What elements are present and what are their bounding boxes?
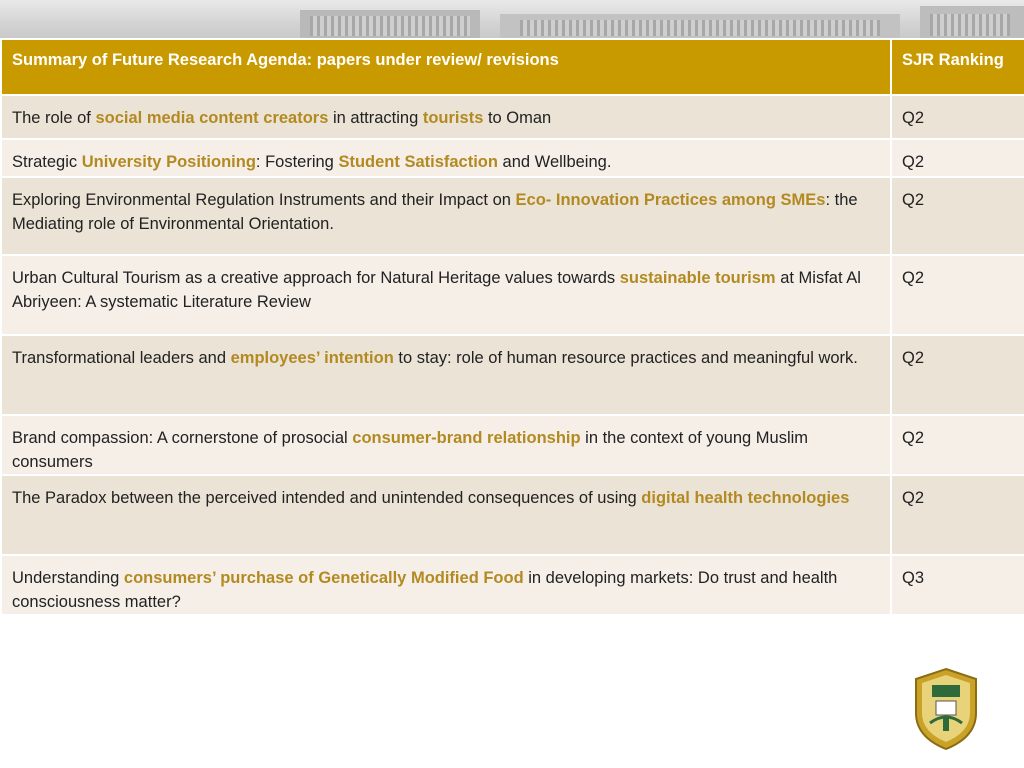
table-row: The role of social media content creator… xyxy=(0,94,1024,140)
highlighted-keyword: consumers’ purchase of Genetically Modif… xyxy=(123,569,524,587)
sjr-ranking-header: SJR Ranking xyxy=(890,38,1024,96)
sjr-rank-cell: Q2 xyxy=(890,334,1024,416)
table-body: The role of social media content creator… xyxy=(0,94,1024,616)
title-text: to stay: role of human resource practice… xyxy=(393,349,858,367)
paper-title-cell: The Paradox between the perceived intend… xyxy=(0,474,892,556)
table-row: Transformational leaders and employees’ … xyxy=(0,334,1024,416)
sjr-rank-cell: Q2 xyxy=(890,474,1024,556)
highlighted-keyword: University Positioning xyxy=(81,153,256,171)
title-text: The Paradox between the perceived intend… xyxy=(12,489,642,507)
sjr-rank-cell: Q2 xyxy=(890,414,1024,476)
highlighted-keyword: employees’ intention xyxy=(230,349,394,367)
table-row: Strategic University Positioning: Foster… xyxy=(0,138,1024,178)
paper-title-cell: Strategic University Positioning: Foster… xyxy=(0,138,892,178)
table-row: Understanding consumers’ purchase of Gen… xyxy=(0,554,1024,616)
title-text: in attracting xyxy=(328,109,423,127)
sjr-rank-cell: Q3 xyxy=(890,554,1024,616)
highlighted-keyword: Eco- Innovation Practices among SMEs xyxy=(515,191,826,209)
highlighted-keyword: Student Satisfaction xyxy=(338,153,498,171)
highlighted-keyword: social media content creators xyxy=(95,109,329,127)
research-agenda-table: Summary of Future Research Agenda: paper… xyxy=(0,38,1024,616)
table-header-row: Summary of Future Research Agenda: paper… xyxy=(0,38,1024,96)
highlighted-keyword: digital health technologies xyxy=(641,489,850,507)
header-banner-image xyxy=(0,0,1024,40)
table-row: The Paradox between the perceived intend… xyxy=(0,474,1024,556)
agenda-title-header: Summary of Future Research Agenda: paper… xyxy=(0,38,892,96)
sjr-rank-cell: Q2 xyxy=(890,94,1024,140)
title-text: Brand compassion: A cornerstone of proso… xyxy=(12,429,353,447)
highlighted-keyword: tourists xyxy=(422,109,484,127)
title-text: and Wellbeing. xyxy=(497,153,612,171)
sjr-rank-cell: Q2 xyxy=(890,176,1024,256)
paper-title-cell: Understanding consumers’ purchase of Gen… xyxy=(0,554,892,616)
sjr-rank-cell: Q2 xyxy=(890,138,1024,178)
highlighted-keyword: sustainable tourism xyxy=(619,269,776,287)
title-text: Urban Cultural Tourism as a creative app… xyxy=(12,269,620,287)
title-text: Transformational leaders and xyxy=(12,349,231,367)
title-text: Exploring Environmental Regulation Instr… xyxy=(12,191,516,209)
paper-title-cell: Exploring Environmental Regulation Instr… xyxy=(0,176,892,256)
title-text: Strategic xyxy=(12,153,82,171)
table-row: Urban Cultural Tourism as a creative app… xyxy=(0,254,1024,336)
title-text: to Oman xyxy=(483,109,552,127)
table-row: Exploring Environmental Regulation Instr… xyxy=(0,176,1024,256)
title-text: : Fostering xyxy=(255,153,339,171)
title-text: Understanding xyxy=(12,569,124,587)
paper-title-cell: Transformational leaders and employees’ … xyxy=(0,334,892,416)
highlighted-keyword: consumer-brand relationship xyxy=(352,429,581,447)
paper-title-cell: Urban Cultural Tourism as a creative app… xyxy=(0,254,892,336)
university-emblem-icon xyxy=(915,667,977,751)
title-text: The role of xyxy=(12,109,96,127)
table-row: Brand compassion: A cornerstone of proso… xyxy=(0,414,1024,476)
paper-title-cell: Brand compassion: A cornerstone of proso… xyxy=(0,414,892,476)
sjr-rank-cell: Q2 xyxy=(890,254,1024,336)
paper-title-cell: The role of social media content creator… xyxy=(0,94,892,140)
